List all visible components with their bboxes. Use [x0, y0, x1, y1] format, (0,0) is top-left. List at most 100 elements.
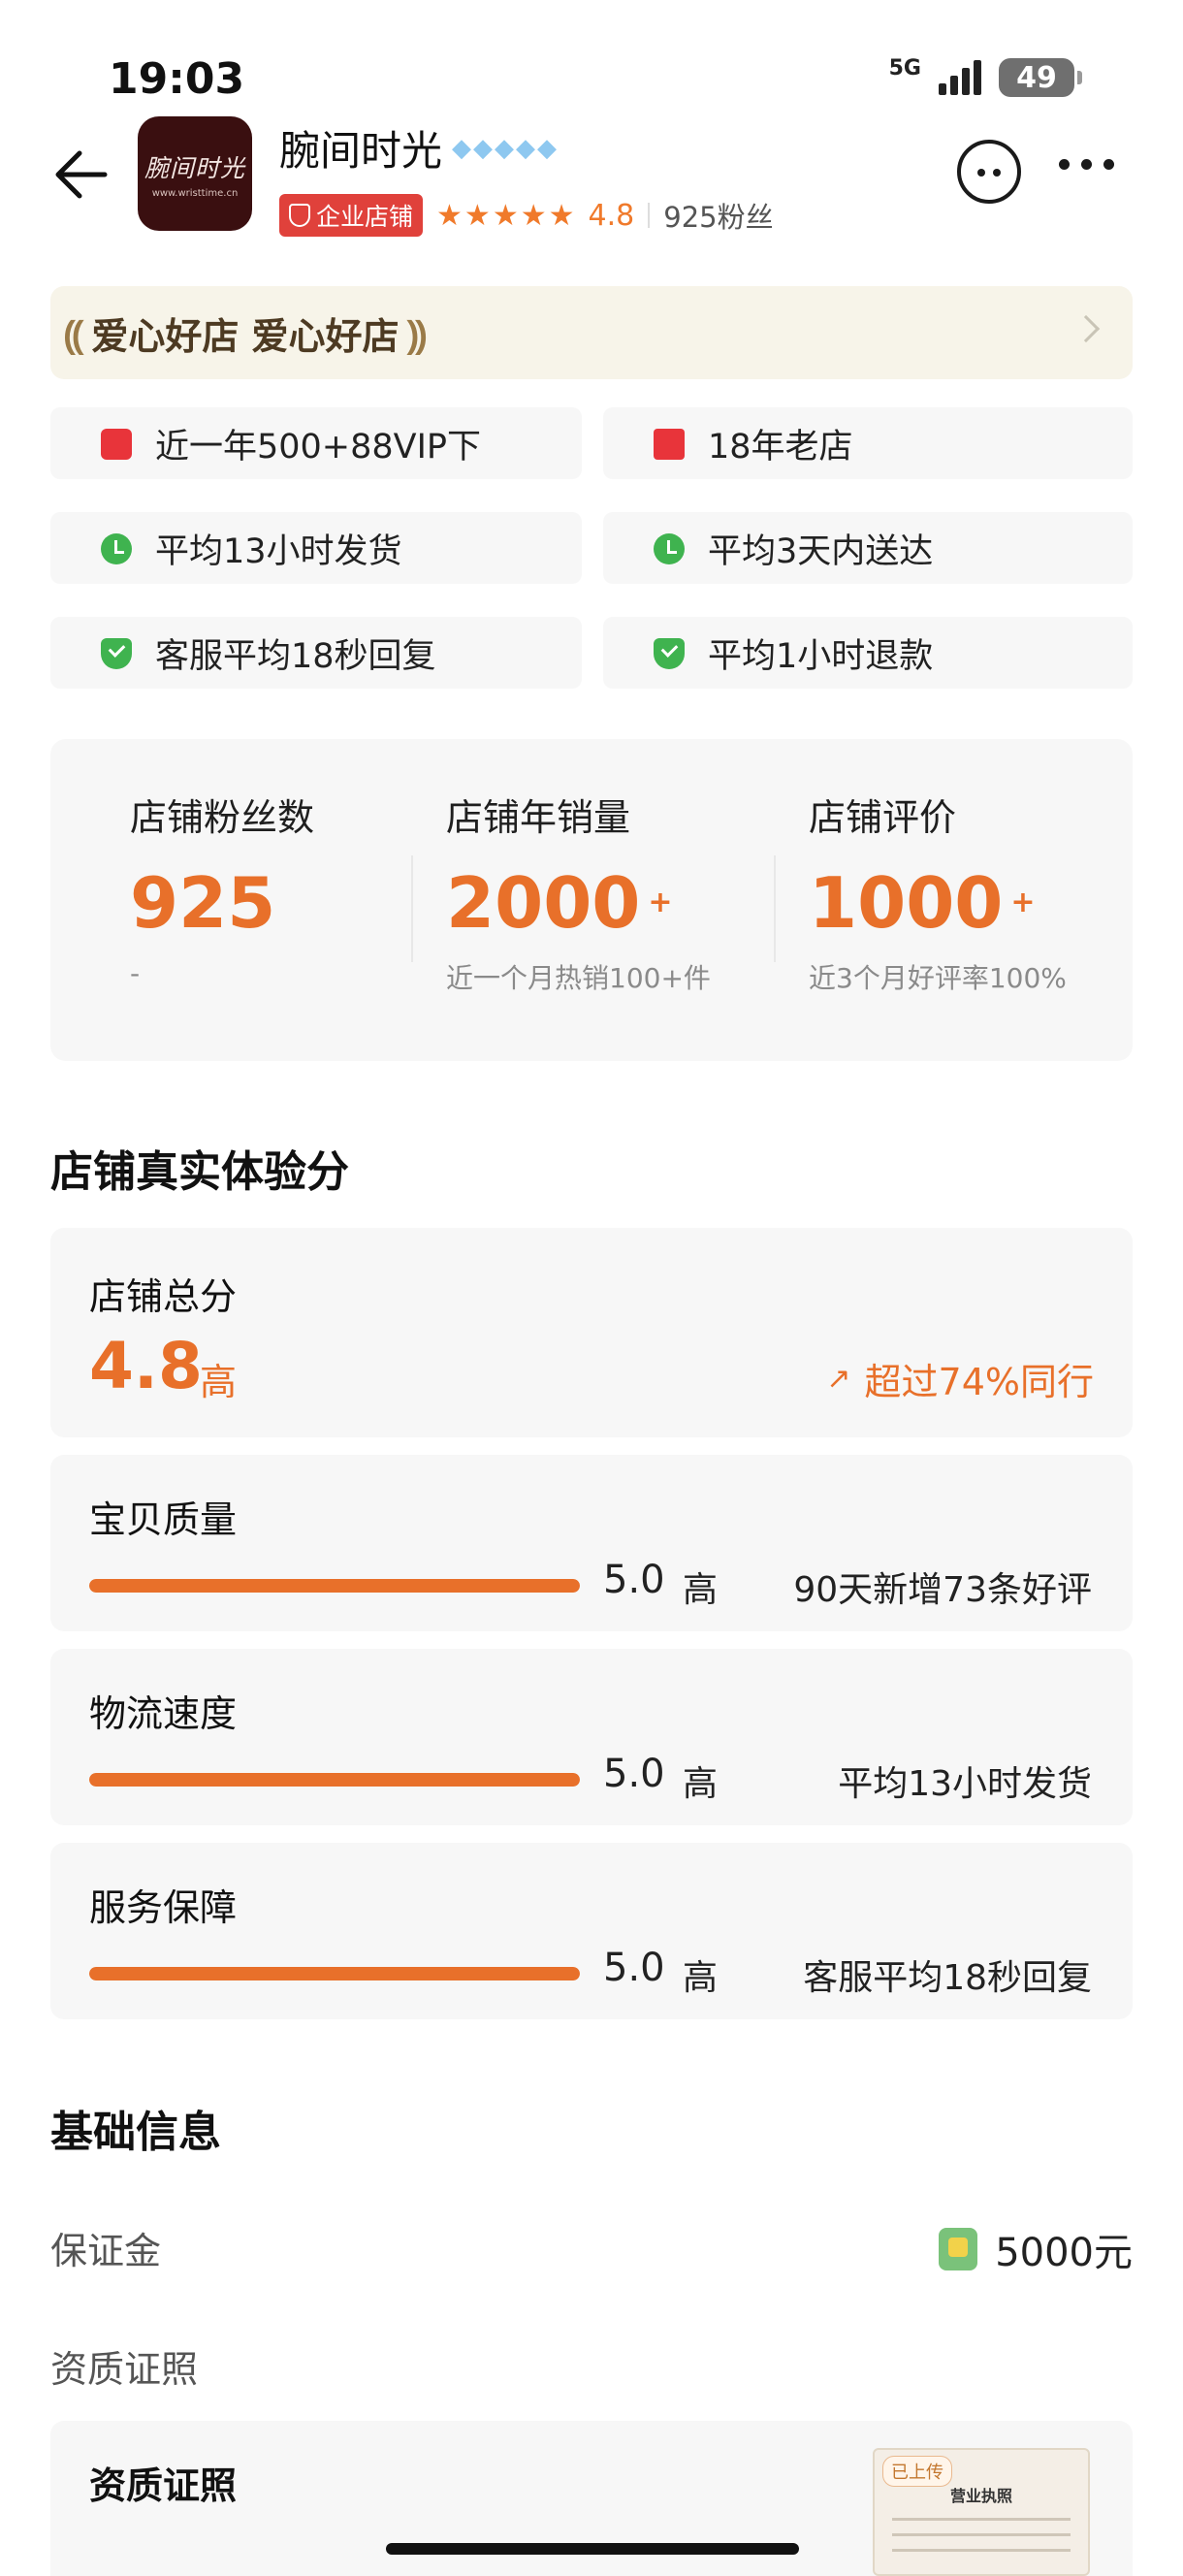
- stat-sub: 近一个月热销100+件: [446, 962, 711, 994]
- status-time: 19:03: [109, 54, 245, 104]
- rating-stars: ★ ★ ★ ★ ★: [436, 199, 575, 233]
- deposit-icon: [939, 2228, 978, 2270]
- back-arrow-icon[interactable]: [50, 145, 109, 204]
- stat-value-row: 1000 +: [809, 862, 1067, 944]
- diamond-icon: ◆: [473, 133, 494, 163]
- status-indicators: 5G 49: [888, 55, 1082, 97]
- shield-check-icon: [101, 638, 132, 669]
- banner-text: 爱心好店 爱心好店: [91, 314, 400, 358]
- dimension-note: 客服平均18秒回复: [803, 1958, 1092, 1998]
- score-bar-fill: [89, 1967, 580, 1980]
- enterprise-badge-label: 企业店铺: [316, 203, 414, 231]
- stat-plus: +: [648, 886, 673, 919]
- license-text-line: [892, 2549, 1071, 2552]
- feature-item: 平均13小时发货: [50, 512, 582, 584]
- divider: [774, 855, 776, 962]
- home-indicator[interactable]: [386, 2543, 799, 2555]
- stat-value: 2000: [446, 862, 641, 944]
- feature-label: 平均13小时发货: [155, 531, 402, 571]
- license-thumb-title: 营业执照: [949, 2487, 1012, 2505]
- shop-logo[interactable]: 腕间时光 www.wristtime.cn: [138, 116, 252, 231]
- laurel-right-icon: ⸩: [406, 312, 427, 358]
- stat-value: 1000: [809, 862, 1004, 944]
- dimension-level: 高: [683, 1764, 719, 1804]
- star-icon: ★: [548, 198, 575, 233]
- deposit-label: 保证金: [50, 2230, 162, 2272]
- stat-plus: +: [1010, 886, 1036, 919]
- dimension-score: 5.0: [603, 1946, 665, 1990]
- deposit-value-row[interactable]: 5000元: [939, 2221, 1133, 2277]
- diamond-icon: ◆: [495, 133, 515, 163]
- network-label: 5G: [888, 55, 921, 80]
- feature-item: 近一年500+88VIP下: [50, 407, 582, 479]
- dimension-note: 90天新增73条好评: [793, 1570, 1092, 1610]
- star-icon: ★: [436, 198, 463, 233]
- shield-icon: [289, 204, 310, 227]
- stat-sub: -: [130, 957, 141, 989]
- stat-sub: 近3个月好评率100%: [809, 962, 1067, 994]
- total-score-label: 店铺总分: [89, 1275, 238, 1318]
- shield-check-icon: [654, 638, 685, 669]
- diamond-icon: ◆: [516, 133, 536, 163]
- feature-item: 18年老店: [603, 407, 1133, 479]
- license-text-line: [892, 2518, 1071, 2521]
- license-card-title: 资质证照: [89, 2464, 238, 2507]
- stat-annual-sales[interactable]: 店铺年销量 2000 + 近一个月热销100+件: [446, 788, 711, 996]
- store-icon: [654, 429, 685, 460]
- laurel-left-icon: ⸨: [64, 312, 84, 358]
- stat-value-row: 925: [130, 862, 314, 944]
- dimension-label: 宝贝质量: [89, 1498, 238, 1541]
- total-score-level: 高: [200, 1361, 238, 1403]
- shop-meta-row: 企业店铺 ★ ★ ★ ★ ★ 4.8 925粉丝: [279, 194, 774, 237]
- score-bar: [89, 1967, 580, 1980]
- diamond-icon: ◆: [452, 133, 472, 163]
- license-text-line: [892, 2533, 1071, 2536]
- logo-text: 腕间时光: [144, 153, 245, 182]
- shop-name[interactable]: 腕间时光: [279, 118, 442, 177]
- feature-item: 客服平均18秒回复: [50, 617, 582, 689]
- shop-title-row: 腕间时光 ◆ ◆ ◆ ◆ ◆: [279, 118, 557, 177]
- customer-service-icon[interactable]: [957, 140, 1021, 204]
- more-options-icon[interactable]: [1059, 159, 1114, 170]
- dimension-card[interactable]: 物流速度 5.0 高 平均13小时发货: [50, 1649, 1133, 1825]
- logo-url: www.wristtime.cn: [151, 187, 239, 199]
- experience-section-title: 店铺真实体验分: [50, 1147, 349, 1197]
- battery-icon: 49: [999, 58, 1082, 97]
- chevron-right-icon: [1071, 314, 1101, 343]
- dimension-level: 高: [683, 1958, 719, 1998]
- dimension-label: 服务保障: [89, 1886, 238, 1929]
- feature-item: 平均1小时退款: [603, 617, 1133, 689]
- stat-fans[interactable]: 店铺粉丝数 925 -: [130, 788, 314, 989]
- score-bar: [89, 1579, 580, 1593]
- fans-count: 925粉丝: [663, 201, 774, 234]
- total-score-card[interactable]: 店铺总分 4.8 高 ↗ 超过74%同行: [50, 1228, 1133, 1437]
- diamond-icon: ◆: [537, 133, 558, 163]
- dimension-note: 平均13小时发货: [838, 1764, 1092, 1804]
- clock-icon: [654, 533, 685, 564]
- stat-value: 925: [130, 862, 276, 944]
- trend-up-icon: ↗: [826, 1362, 851, 1396]
- divider: [411, 855, 413, 962]
- dimension-level: 高: [683, 1570, 719, 1610]
- feature-label: 平均3天内送达: [708, 531, 934, 571]
- stat-title: 店铺粉丝数: [130, 796, 315, 839]
- score-bar-fill: [89, 1773, 580, 1787]
- rating-value: 4.8: [588, 198, 635, 233]
- star-icon: ★: [492, 198, 519, 233]
- stat-title: 店铺评价: [809, 796, 957, 839]
- stat-reviews[interactable]: 店铺评价 1000 + 近3个月好评率100%: [809, 788, 1067, 996]
- score-bar-fill: [89, 1579, 580, 1593]
- feature-label: 18年老店: [708, 427, 853, 467]
- enterprise-badge: 企业店铺: [279, 194, 424, 237]
- beat-peers-text: 超过74%同行: [864, 1361, 1094, 1403]
- good-store-banner[interactable]: ⸨ 爱心好店 爱心好店 ⸩: [50, 286, 1133, 379]
- feature-label: 近一年500+88VIP下: [155, 427, 482, 467]
- dimension-card[interactable]: 宝贝质量 5.0 高 90天新增73条好评: [50, 1455, 1133, 1631]
- divider: [648, 203, 651, 228]
- license-thumbnail[interactable]: 已上传 营业执照: [873, 2448, 1090, 2576]
- dimension-card[interactable]: 服务保障 5.0 高 客服平均18秒回复: [50, 1843, 1133, 2019]
- feature-item: 平均3天内送达: [603, 512, 1133, 584]
- total-score-value: 4.8: [89, 1329, 203, 1403]
- clock-icon: [101, 533, 132, 564]
- store-stats-panel: 店铺粉丝数 925 - 店铺年销量 2000 + 近一个月热销100+件 店铺评价…: [50, 739, 1133, 1061]
